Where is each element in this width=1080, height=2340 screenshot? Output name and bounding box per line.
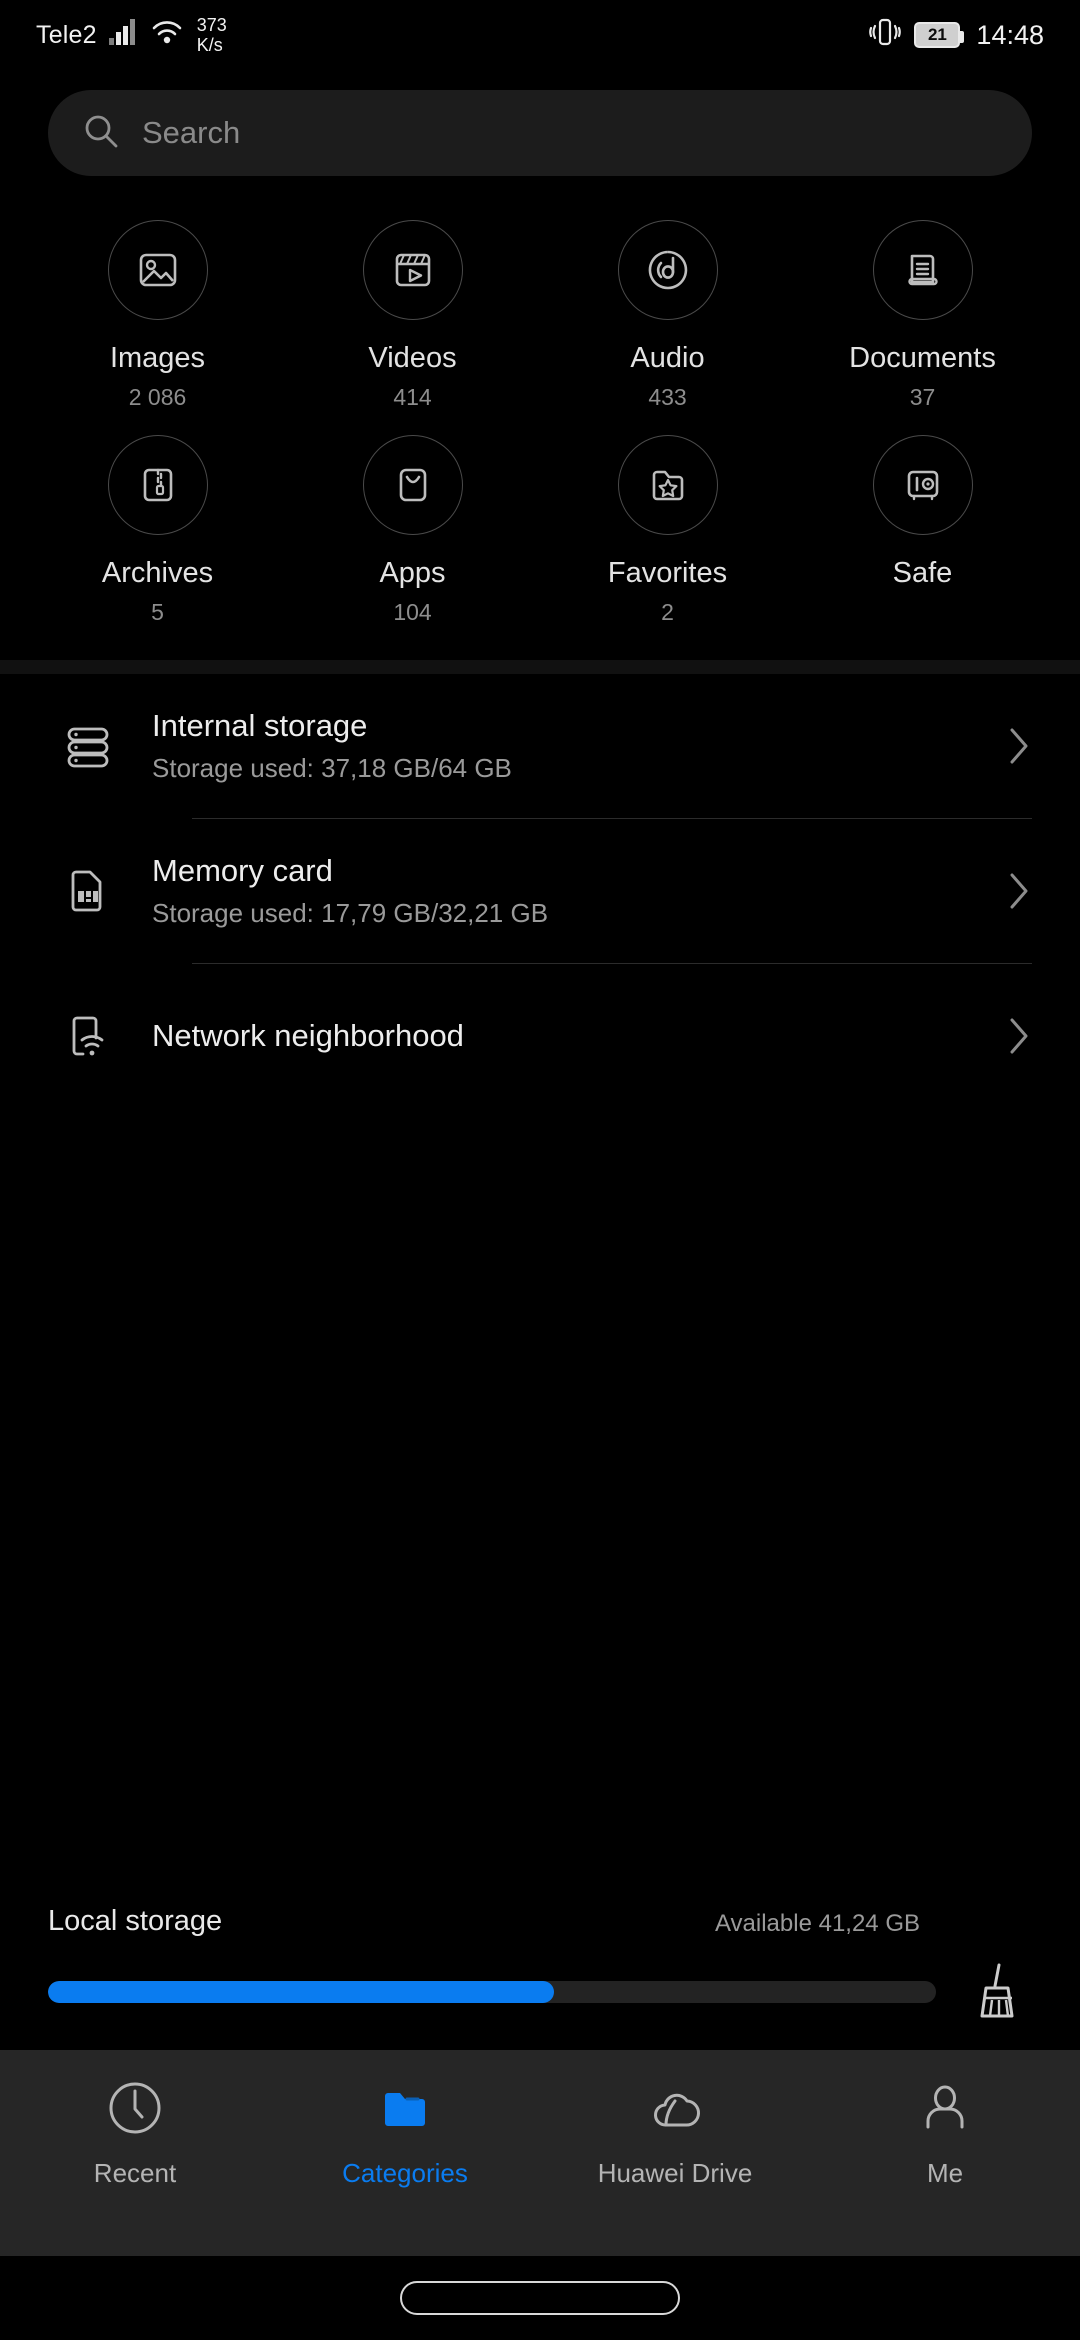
category-count: 5	[151, 599, 164, 625]
section-divider	[0, 660, 1080, 674]
nav-label: Recent	[93, 2158, 177, 2188]
network-neighborhood-icon	[50, 1004, 126, 1068]
category-label: Apps	[379, 557, 446, 589]
category-label: Images	[109, 342, 206, 374]
storage-progress-fill	[48, 1981, 555, 2003]
storage-row-network[interactable]: Network neighborhood	[0, 964, 1080, 1108]
search-section: Search	[0, 70, 1080, 176]
storage-row-title: Memory card	[152, 853, 333, 888]
status-bar-right: 21 14:48	[868, 17, 1044, 54]
nav-item-huawei-drive[interactable]: Huawei Drive	[540, 2074, 810, 2189]
category-label: Videos	[368, 342, 457, 374]
video-clapperboard-icon	[362, 220, 463, 320]
category-item-apps[interactable]: Apps 104	[285, 435, 540, 626]
search-input[interactable]: Search	[48, 90, 1032, 176]
storage-progress-bar	[48, 1981, 936, 2003]
category-count: 104	[393, 599, 432, 625]
signal-bars-icon	[108, 18, 139, 52]
category-count: 433	[648, 384, 687, 410]
category-item-archives[interactable]: Archives 5	[30, 435, 285, 626]
battery-icon: 21	[914, 22, 965, 48]
category-count: 414	[393, 384, 432, 410]
gesture-bar-area	[0, 2256, 1080, 2340]
files-app-screen: Tele2 373 K/s 21 14:48 Search Images 2 0…	[0, 0, 1080, 2340]
local-storage-title: Local storage	[48, 1905, 223, 1937]
category-item-audio[interactable]: Audio 433	[540, 220, 795, 411]
category-label: Favorites	[607, 557, 728, 589]
nav-item-recent[interactable]: Recent	[0, 2074, 270, 2189]
network-speed: 373 K/s	[197, 15, 227, 55]
category-count: 37	[909, 384, 936, 410]
category-item-images[interactable]: Images 2 086	[30, 220, 285, 411]
vibrate-icon	[868, 17, 902, 54]
storage-row-text: Memory card Storage used: 17,79 GB/32,21…	[126, 853, 992, 929]
clock-label: 14:48	[976, 19, 1044, 50]
local-storage-section: Local storage Available 41,24 GB	[0, 1905, 1080, 2050]
search-icon	[82, 112, 120, 155]
category-count: 2 086	[128, 384, 187, 410]
storage-row-internal[interactable]: Internal storage Storage used: 37,18 GB/…	[0, 674, 1080, 818]
category-item-documents[interactable]: Documents 37	[795, 220, 1050, 411]
carrier-label: Tele2	[36, 20, 97, 49]
category-label: Documents	[849, 342, 996, 374]
local-storage-row	[48, 1960, 1032, 2024]
internal-storage-icon	[50, 714, 126, 778]
battery-percent: 21	[927, 25, 947, 44]
category-label: Archives	[101, 557, 214, 589]
safe-vault-icon	[872, 435, 973, 535]
category-item-safe[interactable]: Safe	[795, 435, 1050, 626]
nav-label: Huawei Drive	[597, 2158, 753, 2188]
person-icon	[914, 2074, 976, 2142]
category-grid: Images 2 086 Videos 414 Audio 433 Docume…	[0, 176, 1080, 660]
local-storage-header: Local storage Available 41,24 GB	[48, 1905, 1032, 1938]
clock-icon	[104, 2074, 166, 2142]
category-label: Safe	[892, 557, 953, 589]
storage-row-subtitle: Storage used: 37,18 GB/64 GB	[152, 753, 512, 783]
category-label: Audio	[630, 342, 705, 374]
local-storage-available: Available 41,24 GB	[714, 1910, 920, 1937]
chevron-right-icon	[992, 725, 1032, 767]
status-bar-left: Tele2 373 K/s	[36, 15, 227, 55]
folder-star-icon	[617, 435, 718, 535]
music-note-disc-icon	[617, 220, 718, 320]
nav-item-categories[interactable]: Categories	[270, 2074, 540, 2189]
wifi-icon	[151, 19, 183, 52]
nav-label: Me	[926, 2158, 964, 2188]
storage-row-subtitle: Storage used: 17,79 GB/32,21 GB	[152, 898, 549, 928]
folder-icon	[374, 2074, 436, 2142]
network-speed-value: 373	[196, 15, 227, 35]
broom-cleanup-icon[interactable]	[962, 1960, 1032, 2024]
chevron-right-icon	[992, 1015, 1032, 1057]
storage-row-title: Internal storage	[152, 708, 368, 743]
category-item-videos[interactable]: Videos 414	[285, 220, 540, 411]
storage-row-text: Internal storage Storage used: 37,18 GB/…	[126, 708, 992, 784]
image-icon	[107, 220, 208, 320]
storage-list: Internal storage Storage used: 37,18 GB/…	[0, 674, 1080, 1108]
app-bag-icon	[362, 435, 463, 535]
document-scroll-icon	[872, 220, 973, 320]
memory-card-icon	[50, 859, 126, 923]
storage-row-title: Network neighborhood	[152, 1018, 464, 1053]
category-item-favorites[interactable]: Favorites 2	[540, 435, 795, 626]
chevron-right-icon	[992, 870, 1032, 912]
storage-row-memory-card[interactable]: Memory card Storage used: 17,79 GB/32,21…	[0, 819, 1080, 963]
zip-archive-icon	[107, 435, 208, 535]
home-gesture-bar[interactable]	[400, 2281, 680, 2315]
storage-row-text: Network neighborhood	[126, 1018, 992, 1054]
status-bar: Tele2 373 K/s 21 14:48	[0, 0, 1080, 70]
network-speed-unit: K/s	[196, 35, 223, 55]
nav-item-me[interactable]: Me	[810, 2074, 1080, 2189]
nav-label: Categories	[342, 2158, 468, 2188]
search-placeholder: Search	[142, 115, 241, 150]
bottom-navigation: Recent Categories Huawei Drive Me	[0, 2050, 1080, 2256]
cloud-icon	[644, 2074, 706, 2142]
category-count: 2	[661, 599, 674, 625]
